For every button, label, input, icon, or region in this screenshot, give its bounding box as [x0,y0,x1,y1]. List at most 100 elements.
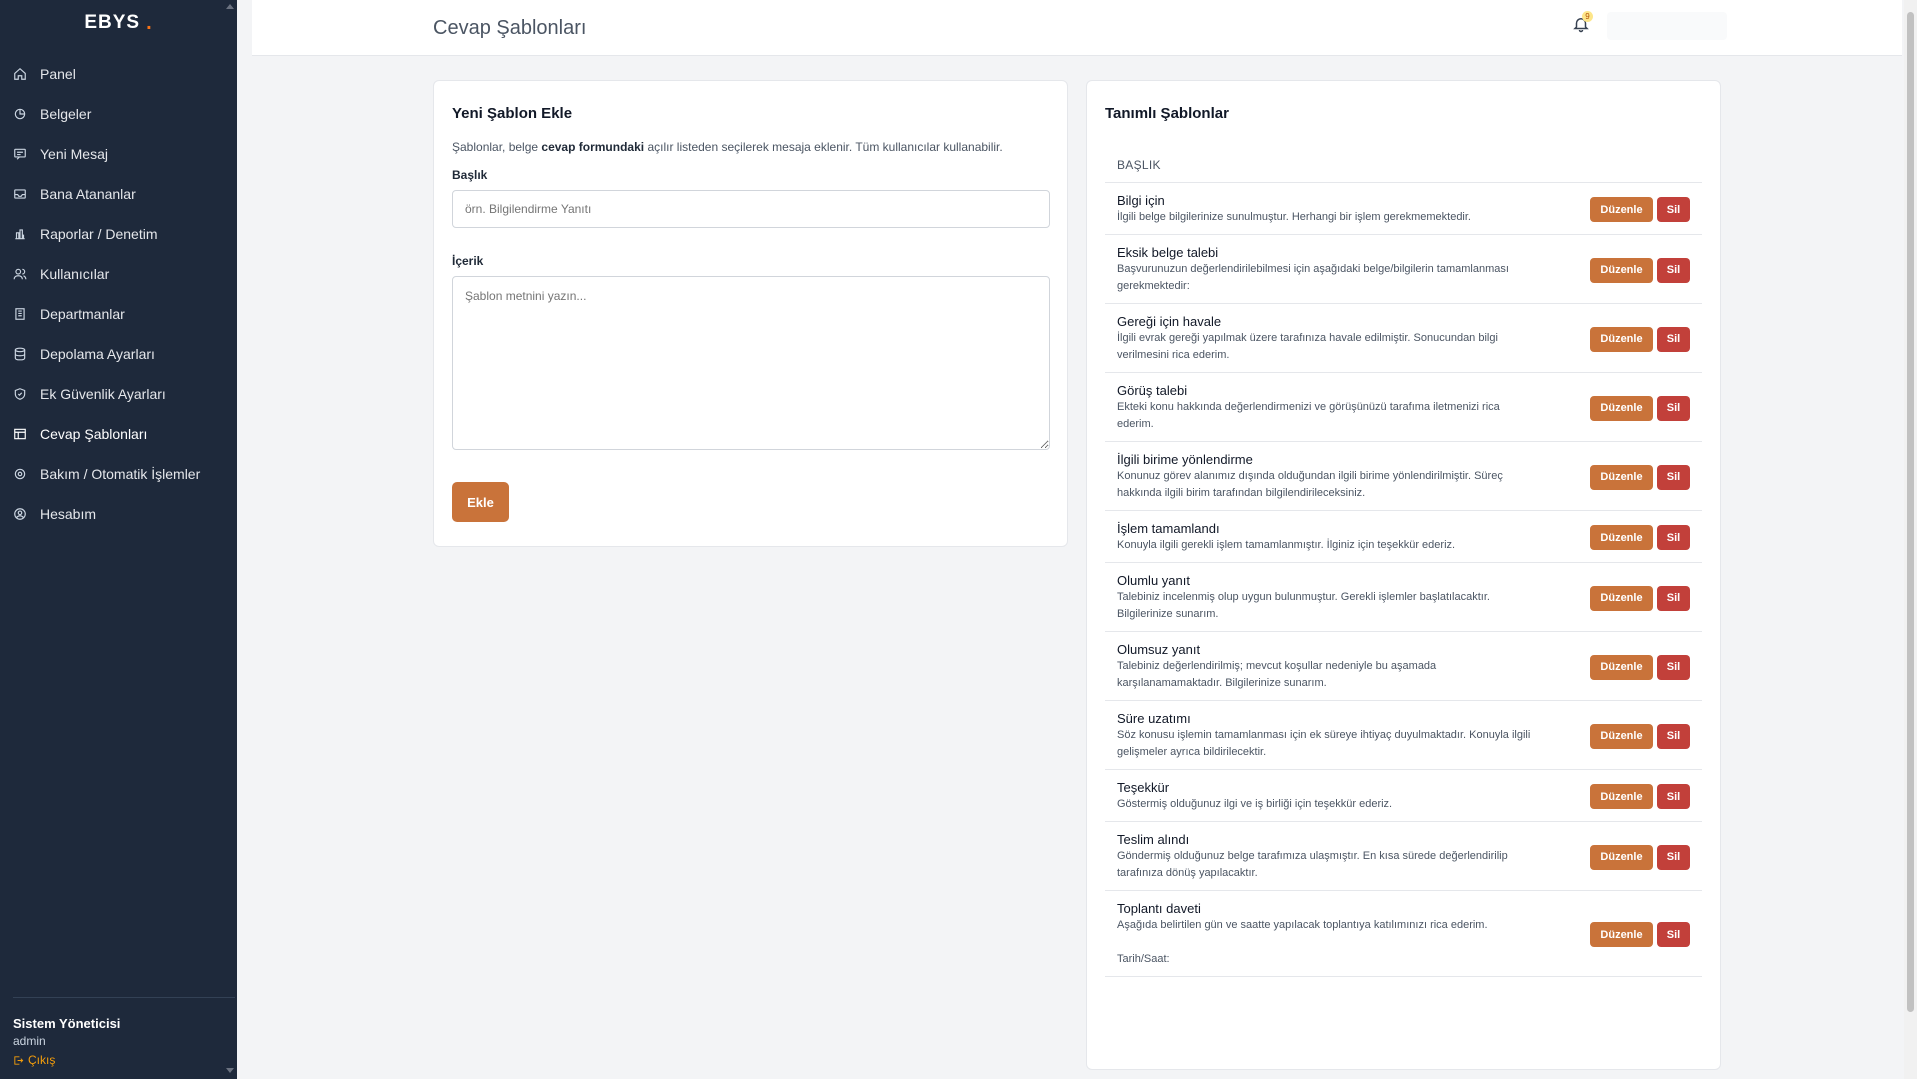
sidebar-item-bakim[interactable]: Bakım / Otomatik İşlemler [0,454,237,494]
delete-button[interactable]: Sil [1657,844,1690,870]
logout-label: Çıkış [28,1053,56,1067]
delete-button[interactable]: Sil [1657,654,1690,680]
documents-icon [13,107,27,121]
table-row: Süre uzatımı Söz konusu işlemin tamamlanm… [1105,701,1702,770]
sidebar-item-label: Bakım / Otomatik İşlemler [40,466,201,482]
edit-button[interactable]: Düzenle [1590,326,1653,352]
edit-button[interactable]: Düzenle [1590,585,1653,611]
row-text: İşlem tamamlandı Konuyla ilgili gerekli i… [1117,521,1590,554]
sidebar-item-label: Ek Güvenlik Ayarları [40,386,166,402]
table-row: Gereği için havale İlgili evrak gereği ya… [1105,304,1702,373]
delete-button[interactable]: Sil [1657,525,1690,550]
sidebar-item-hesabim[interactable]: Hesabım [0,494,237,534]
edit-button[interactable]: Düzenle [1590,525,1653,550]
delete-button[interactable]: Sil [1657,257,1690,283]
delete-button[interactable]: Sil [1657,784,1690,809]
edit-button[interactable]: Düzenle [1590,257,1653,283]
message-icon [13,147,27,161]
sidebar-item-panel[interactable]: Panel [0,54,237,94]
sidebar-item-cevap-sablonlari[interactable]: Cevap Şablonları [0,414,237,454]
table-row: İlgili birime yönlendirme Konunuz görev a… [1105,442,1702,511]
add-template-title: Yeni Şablon Ekle [452,105,573,122]
row-actions: Düzenle Sil [1590,922,1690,947]
template-body: Konunuz görev alanımız dışında olduğunda… [1117,470,1503,499]
scrollbar-thumb[interactable] [1907,12,1914,1012]
scroll-down-arrow-icon[interactable] [226,1068,234,1073]
template-body: Talebiniz değerlendirilmiş; mevcut koşul… [1117,660,1437,689]
row-text: Görüş talebi Ekteki konu hakkında değerle… [1117,383,1590,433]
table-row: Olumlu yanıt Talebiniz incelenmiş olup uy… [1105,563,1702,632]
row-text: İlgili birime yönlendirme Konunuz görev a… [1117,452,1590,502]
title-input[interactable] [452,190,1050,228]
edit-button[interactable]: Düzenle [1590,784,1653,809]
templates-list-card: Tanımlı Şablonlar BAŞLIK Bilgi için İlgil… [1086,80,1721,1070]
logout-icon [14,1055,24,1065]
edit-button[interactable]: Düzenle [1590,464,1653,490]
page-scrollbar[interactable] [1904,0,1917,1079]
add-template-button[interactable]: Ekle [452,482,509,522]
template-body: Konuyla ilgili gerekli işlem tamamlanmış… [1117,539,1456,551]
row-actions: Düzenle Sil [1590,654,1690,680]
sidebar-item-raporlar[interactable]: Raporlar / Denetim [0,214,237,254]
edit-button[interactable]: Düzenle [1590,654,1653,680]
edit-button[interactable]: Düzenle [1590,197,1653,222]
sidebar-item-label: Raporlar / Denetim [40,226,158,242]
sidebar-item-yeni-mesaj[interactable]: Yeni Mesaj [0,134,237,174]
top-header: Cevap Şablonları 9 [252,0,1902,56]
sidebar-item-label: Hesabım [40,506,97,522]
title-field-label: Başlık [452,168,488,182]
template-body: İlgili belge bilgilerinize sunulmuştur. … [1117,211,1471,223]
sidebar-item-kullanicilar[interactable]: Kullanıcılar [0,254,237,294]
template-body: Göndermiş olduğunuz belge tarafımıza ula… [1117,850,1508,879]
delete-button[interactable]: Sil [1657,395,1690,421]
page-title: Cevap Şablonları [433,17,587,39]
content-textarea[interactable] [452,276,1050,450]
row-actions: Düzenle Sil [1590,525,1690,550]
template-body: Söz konusu işlemin tamamlanması için ek … [1117,729,1531,758]
template-title: Görüş talebi [1117,383,1188,398]
row-text: Bilgi için İlgili belge bilgilerinize sun… [1117,193,1590,226]
delete-button[interactable]: Sil [1657,585,1690,611]
delete-button[interactable]: Sil [1657,464,1690,490]
scroll-up-arrow-icon[interactable] [226,4,234,9]
template-title: Olumlu yanıt [1117,573,1190,588]
delete-button[interactable]: Sil [1657,723,1690,749]
edit-button[interactable]: Düzenle [1590,922,1653,947]
sidebar-item-depolama[interactable]: Depolama Ayarları [0,334,237,374]
template-icon [13,427,27,441]
row-text: Eksik belge talebi Başvurunuzun değerlend… [1117,245,1590,295]
sidebar-item-belgeler[interactable]: Belgeler [0,94,237,134]
sidebar-item-guvenlik[interactable]: Ek Güvenlik Ayarları [0,374,237,414]
delete-button[interactable]: Sil [1657,922,1690,947]
user-menu[interactable] [1607,12,1727,40]
template-title: Bilgi için [1117,193,1165,208]
sidebar-item-label: Kullanıcılar [40,266,110,282]
logout-link[interactable]: Çıkış [13,1053,224,1067]
desc-suffix: açılır listeden seçilerek mesaja eklenir… [644,140,1003,154]
sidebar-item-label: Departmanlar [40,306,125,322]
edit-button[interactable]: Düzenle [1590,844,1653,870]
row-text: Gereği için havale İlgili evrak gereği ya… [1117,314,1590,364]
add-template-description: Şablonlar, belge cevap formundaki açılır… [452,140,1049,154]
sidebar-item-label: Panel [40,66,76,82]
sidebar-item-bana-atananlar[interactable]: Bana Atananlar [0,174,237,214]
table-row: Teslim alındı Göndermiş olduğunuz belge t… [1105,822,1702,891]
row-text: Toplantı daveti Aşağıda belirtilen gün ve… [1117,901,1590,968]
row-actions: Düzenle Sil [1590,257,1690,283]
edit-button[interactable]: Düzenle [1590,395,1653,421]
notifications-button[interactable]: 9 [1572,11,1596,39]
delete-button[interactable]: Sil [1657,326,1690,352]
template-title: Süre uzatımı [1117,711,1191,726]
sidebar-footer: Sistem Yöneticisi admin Çıkış [0,997,237,1079]
column-header-title: BAŞLIK [1105,144,1702,183]
brand-logo[interactable]: EBYS. [0,0,237,46]
sidebar-item-departmanlar[interactable]: Departmanlar [0,294,237,334]
inbox-icon [13,187,27,201]
delete-button[interactable]: Sil [1657,197,1690,222]
table-row: Toplantı daveti Aşağıda belirtilen gün ve… [1105,891,1702,977]
edit-button[interactable]: Düzenle [1590,723,1653,749]
row-text: Olumlu yanıt Talebiniz incelenmiş olup uy… [1117,573,1590,623]
gear-icon [13,467,27,481]
row-actions: Düzenle Sil [1590,326,1690,352]
row-actions: Düzenle Sil [1590,197,1690,222]
